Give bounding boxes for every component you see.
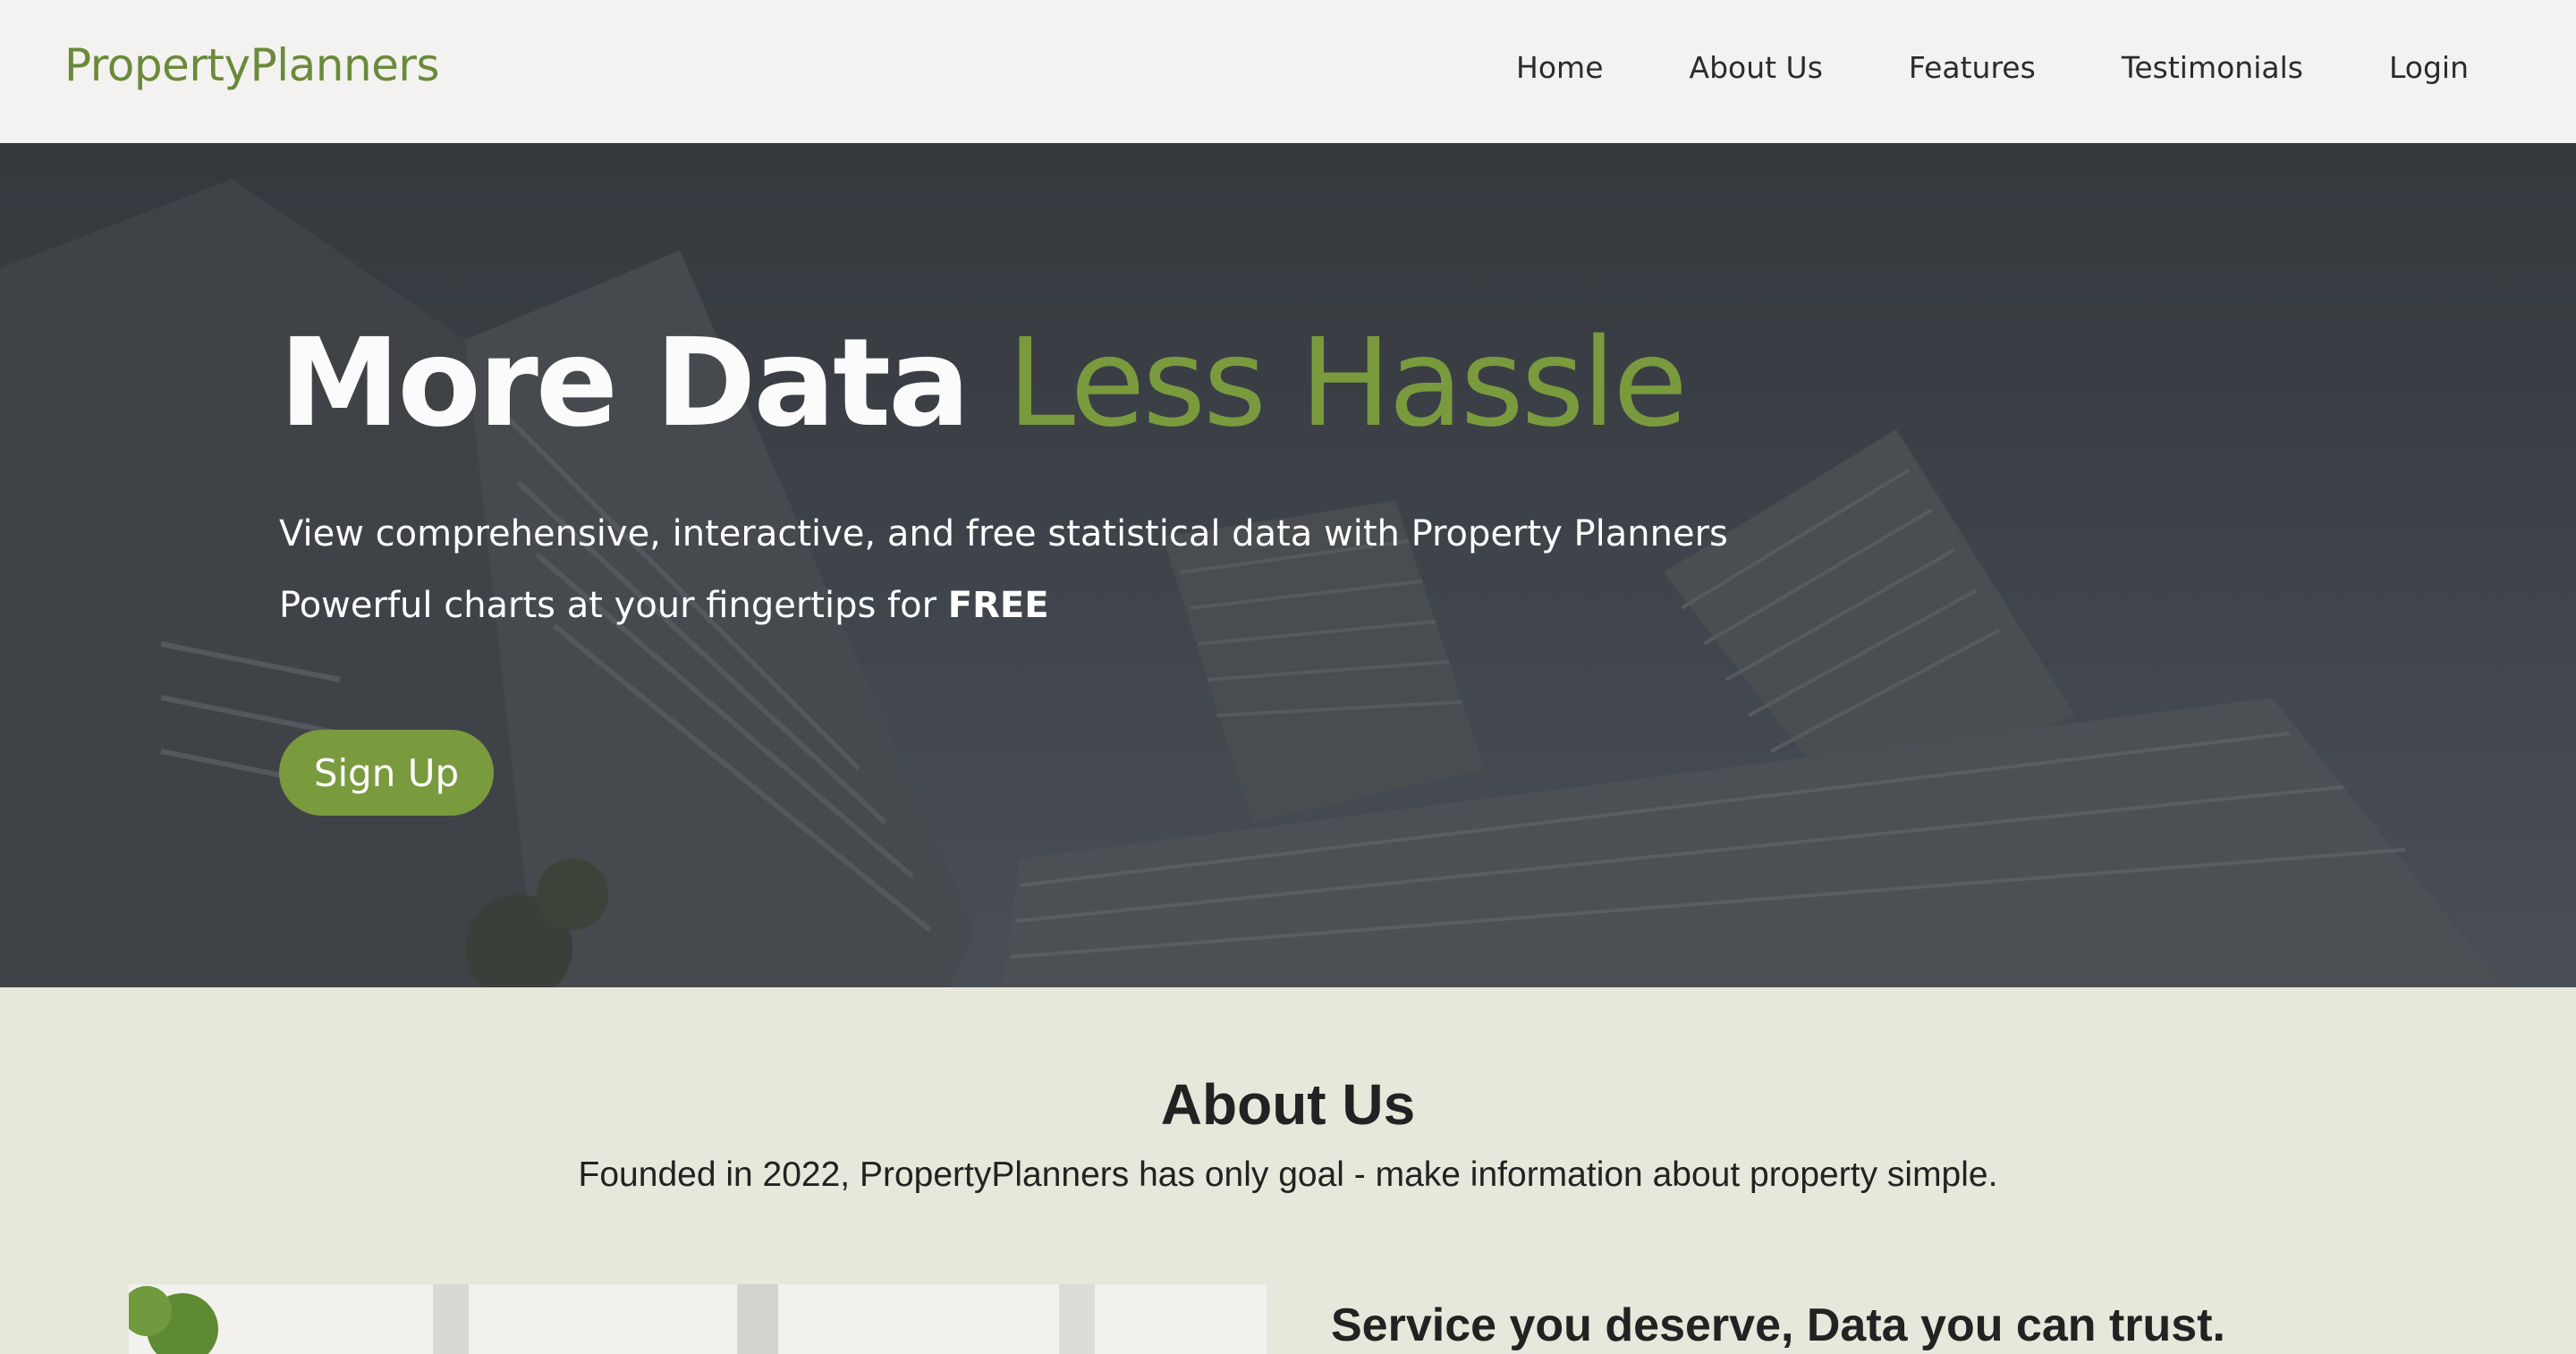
nav-login-link[interactable]: Login — [2389, 50, 2469, 85]
hero-free-line: Powerful charts at your fingertips for F… — [279, 585, 1049, 626]
nav-testimonials-link[interactable]: Testimonials — [2122, 50, 2303, 85]
about-subheading: Service you deserve, Data you can trust. — [1331, 1299, 2225, 1351]
top-navbar: PropertyPlanners Home About Us Features … — [0, 0, 2576, 143]
nav-about-link[interactable]: About Us — [1690, 50, 1823, 85]
hero-buildings-background — [0, 143, 2576, 987]
about-heading: About Us — [1160, 1072, 1416, 1137]
about-tagline: Founded in 2022, PropertyPlanners has on… — [578, 1155, 1998, 1194]
hero-free-prefix: Powerful charts at your fingertips for — [279, 585, 937, 626]
hero-title-primary: More Data — [279, 313, 970, 454]
hero-section: More Data Less Hassle View comprehensive… — [0, 143, 2576, 987]
brand-logo[interactable]: PropertyPlanners — [64, 39, 440, 91]
about-section: About Us Founded in 2022, PropertyPlanne… — [0, 987, 2576, 1354]
nav-home-link[interactable]: Home — [1516, 50, 1603, 85]
nav-features-link[interactable]: Features — [1909, 50, 2036, 85]
hero-description: View comprehensive, interactive, and fre… — [279, 513, 1728, 554]
hero-free-emphasis: FREE — [947, 585, 1049, 626]
about-image — [129, 1284, 1267, 1354]
signup-button[interactable]: Sign Up — [279, 730, 494, 816]
main-menu: Home About Us Features Testimonials Logi… — [1516, 50, 2469, 85]
hero-title-accent: Less Hassle — [1007, 313, 1688, 454]
hero-title: More Data Less Hassle — [279, 313, 1688, 454]
